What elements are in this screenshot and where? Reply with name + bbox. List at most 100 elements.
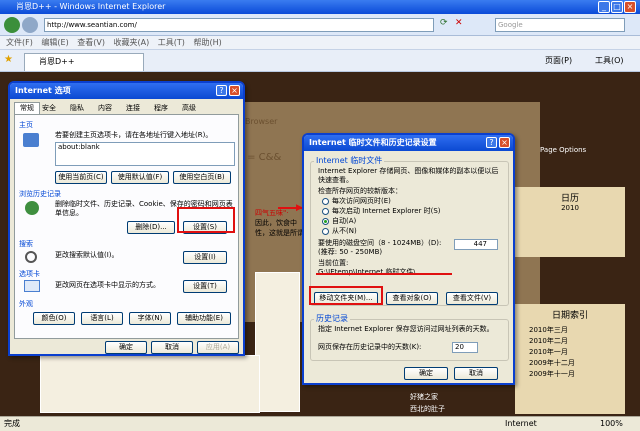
radio-never[interactable]	[322, 228, 329, 235]
view-files-button[interactable]: 查看文件(V)	[446, 292, 498, 305]
menu-favorites[interactable]: 收藏夹(A)	[114, 36, 150, 50]
window-title: 肖恩D++ - Windows Internet Explorer	[16, 2, 166, 11]
tab-security[interactable]: 安全	[42, 103, 56, 113]
archive-title: 日期索引	[551, 311, 588, 321]
radio-every-visit[interactable]	[322, 198, 329, 205]
radio-every-visit-label: 每次访问网页时(E)	[332, 197, 391, 205]
radio-auto-label: 自动(A)	[332, 217, 357, 225]
menu-view[interactable]: 查看(V)	[77, 36, 105, 50]
temp-ok-button[interactable]: 确定	[404, 367, 448, 380]
menu-tools[interactable]: 工具(T)	[158, 36, 185, 50]
tabs-desc: 更改网页在选项卡中显示的方式。	[55, 281, 160, 289]
calendar-title: 日历	[560, 194, 579, 204]
archive-widget: 日期索引 2010年三月 2010年二月 2010年一月 2009年十二月 20…	[515, 304, 625, 414]
status-bar: 完成 Internet 100%	[0, 416, 640, 431]
temp-files-dialog: Internet 临时文件和历史记录设置 ? × Internet 临时文件 I…	[302, 133, 515, 385]
list-item[interactable]: 好猪之家	[410, 392, 438, 402]
address-toolbar: http://www.seantian.com/ ⟳ ✕ Google	[0, 14, 640, 36]
check-label: 检查所存网页的较新版本：	[318, 187, 402, 195]
back-icon[interactable]	[4, 17, 20, 33]
view-objects-button[interactable]: 查看对象(O)	[386, 292, 438, 305]
home-icon	[23, 133, 39, 147]
search-input[interactable]: Google	[495, 18, 625, 32]
use-current-button[interactable]: 使用当前页(C)	[55, 171, 107, 184]
tabs-icon	[24, 280, 40, 292]
menu-file[interactable]: 文件(F)	[6, 36, 33, 50]
radio-never-label: 从不(N)	[332, 227, 357, 235]
menu-help[interactable]: 帮助(H)	[193, 36, 221, 50]
stop-icon[interactable]: ✕	[455, 18, 463, 28]
accessibility-button[interactable]: 辅助功能(E)	[177, 312, 231, 325]
colors-button[interactable]: 颜色(O)	[33, 312, 75, 325]
search-settings-button[interactable]: 设置(I)	[183, 251, 227, 264]
use-default-button[interactable]: 使用默认值(F)	[111, 171, 169, 184]
days-label: 网页保存在历史记录中的天数(K):	[318, 343, 422, 351]
thumbnail-grid	[255, 272, 300, 412]
tab-current[interactable]: 肖恩D++	[24, 53, 144, 71]
delete-history-button[interactable]: 删除(D)...	[127, 221, 175, 234]
languages-button[interactable]: 语言(L)	[81, 312, 123, 325]
temp-files-group-label: Internet 临时文件	[314, 155, 385, 166]
tab-content[interactable]: 内容	[98, 103, 112, 113]
search-desc: 更改搜索默认值(I)。	[55, 251, 119, 259]
tab-row: ★ 肖恩D++ 页面(P) 工具(O)	[0, 50, 640, 72]
tabs-section-label: 选项卡	[19, 270, 40, 278]
menu-edit[interactable]: 编辑(E)	[41, 36, 68, 50]
disk-space-stepper[interactable]: 447	[454, 239, 498, 250]
archive-item[interactable]: 2010年一月	[529, 347, 625, 358]
address-input[interactable]: http://www.seantian.com/	[44, 18, 434, 32]
calendar-year: 2010	[561, 204, 579, 212]
window-titlebar: 肖恩D++ - Windows Internet Explorer	[0, 0, 640, 14]
radio-auto[interactable]	[322, 218, 329, 225]
radio-every-start[interactable]	[322, 208, 329, 215]
zoom-label[interactable]: 100%	[600, 417, 623, 431]
move-folder-highlight	[309, 286, 383, 305]
page-menu-label: 页面(P)	[545, 56, 573, 65]
home-url-field[interactable]: about:blank	[55, 142, 235, 166]
tabs-settings-button[interactable]: 设置(T)	[183, 280, 227, 293]
minimize-button[interactable]: _	[598, 1, 610, 13]
snippet3: 性，这就是所谓	[255, 229, 304, 237]
archive-item[interactable]: 2010年三月	[529, 325, 625, 336]
cancel-button[interactable]: 取消	[151, 341, 193, 354]
location-label: 当前位置:	[318, 259, 349, 267]
tab-general[interactable]: 常规	[14, 102, 40, 114]
close-button[interactable]: ×	[624, 1, 636, 13]
disk-space-note: (推荐: 50 - 250MB)	[318, 248, 383, 256]
list-item[interactable]: 西北的肚子	[410, 404, 445, 414]
refresh-icon[interactable]: ⟳	[440, 18, 448, 28]
forward-icon[interactable]	[22, 17, 38, 33]
fonts-button[interactable]: 字体(N)	[129, 312, 171, 325]
temp-files-desc: Internet Explorer 存储网页、图像和媒体的副本以便以后快速查看。	[318, 167, 499, 184]
browser-text: Browser	[245, 117, 278, 126]
highlight-box	[177, 207, 235, 233]
temp-dialog-title: Internet 临时文件和历史记录设置	[309, 138, 437, 147]
favorites-star-icon[interactable]: ★	[4, 54, 13, 65]
apply-button[interactable]: 应用(A)	[197, 341, 239, 354]
dialog-titlebar: Internet 选项	[10, 83, 243, 99]
dialog-close-button[interactable]: ×	[229, 85, 240, 96]
temp-close-button[interactable]: ×	[499, 137, 510, 148]
archive-item[interactable]: 2009年十二月	[529, 358, 625, 369]
search-icon	[25, 251, 37, 263]
archive-item[interactable]: 2010年二月	[529, 336, 625, 347]
home-desc: 若要创建主页选项卡，请在各地址行键入地址(R)。	[55, 131, 213, 139]
temp-dialog-titlebar: Internet 临时文件和历史记录设置	[304, 135, 513, 151]
appearance-section-label: 外观	[19, 300, 33, 308]
help-button[interactable]: ?	[216, 85, 227, 96]
use-blank-button[interactable]: 使用空白页(B)	[173, 171, 231, 184]
temp-help-button[interactable]: ?	[486, 137, 497, 148]
archive-item[interactable]: 2009年十一月	[529, 369, 625, 380]
maximize-button[interactable]: □	[611, 1, 623, 13]
temp-cancel-button[interactable]: 取消	[454, 367, 498, 380]
page-menu-button[interactable]: 页面(P)	[545, 55, 572, 66]
tab-advanced[interactable]: 高级	[182, 103, 196, 113]
tools-menu-button[interactable]: 工具(O)	[595, 55, 624, 66]
ok-button[interactable]: 确定	[105, 341, 147, 354]
status-text: 完成	[4, 419, 20, 428]
tab-connections[interactable]: 连接	[126, 103, 140, 113]
tab-privacy[interactable]: 隐私	[70, 103, 84, 113]
days-stepper[interactable]: 20	[452, 342, 478, 353]
tab-programs[interactable]: 程序	[154, 103, 168, 113]
page-options-link[interactable]: Page Options	[540, 146, 586, 154]
